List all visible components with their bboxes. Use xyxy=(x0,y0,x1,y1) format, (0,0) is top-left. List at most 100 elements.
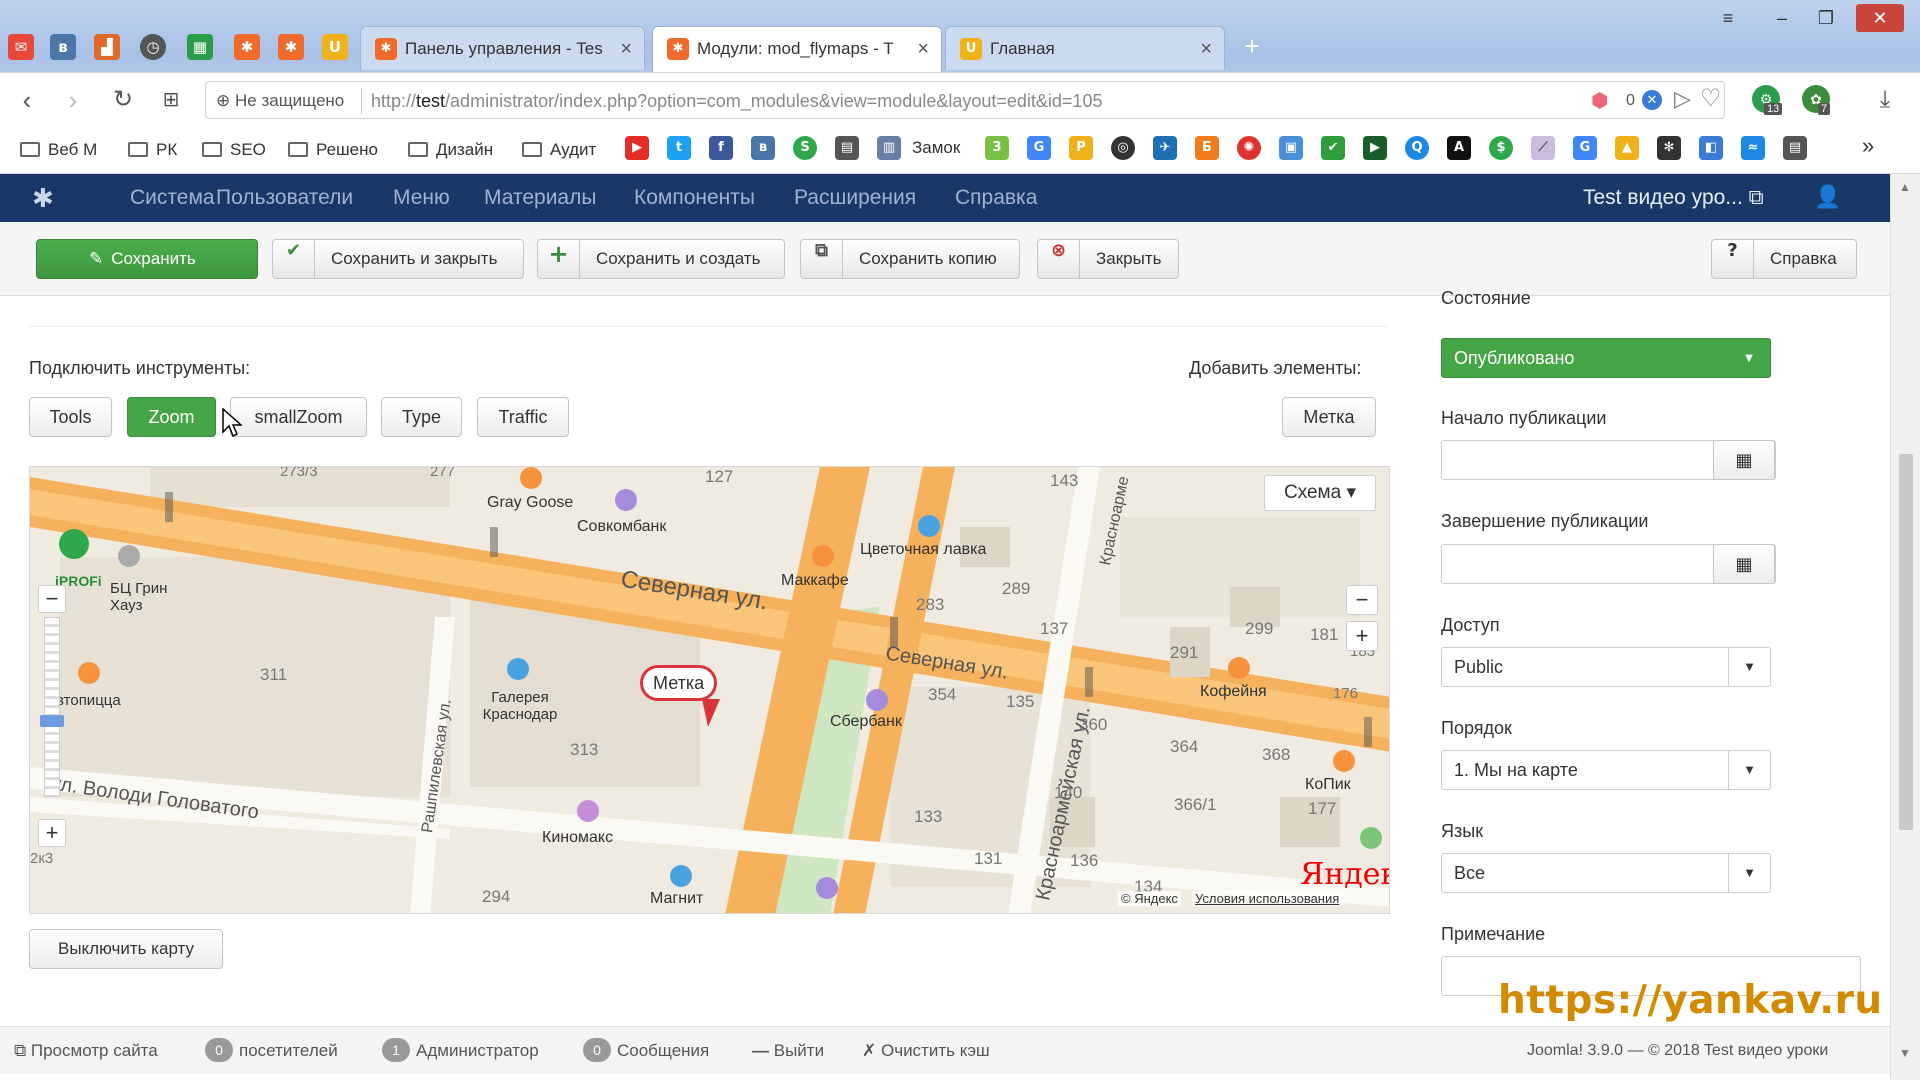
nav-item-system[interactable]: Система xyxy=(130,174,215,222)
send-icon[interactable]: ▷ xyxy=(1674,86,1691,112)
maximize-button[interactable]: ❐ xyxy=(1806,4,1846,32)
zoom-slider-track[interactable] xyxy=(44,617,60,797)
map-pin-icon[interactable] xyxy=(59,529,89,559)
map-marker[interactable]: Метка xyxy=(640,665,718,701)
map-type-dropdown[interactable]: Схема ▾ xyxy=(1264,475,1376,511)
shield-icon[interactable]: ✔ xyxy=(1321,136,1345,160)
close-icon[interactable]: × xyxy=(917,27,929,71)
bookmark-folder[interactable]: SEO xyxy=(202,138,266,162)
twitter-icon[interactable]: t xyxy=(667,136,691,160)
new-tab-button[interactable]: + xyxy=(1232,32,1272,60)
nav-item-users[interactable]: Пользователи xyxy=(216,174,353,222)
tab-modules[interactable]: ✱ Модули: mod_flymaps - T × xyxy=(652,26,942,72)
order-select[interactable]: 1. Мы на карте ▼ xyxy=(1441,750,1771,790)
add-marker-button[interactable]: Метка xyxy=(1282,397,1376,437)
s-icon[interactable]: S xyxy=(793,136,817,160)
cinema-poi-icon[interactable] xyxy=(577,800,599,822)
save-copy-button[interactable]: ⧉ Сохранить копию xyxy=(800,239,1020,279)
bank-poi-icon[interactable] xyxy=(816,877,838,899)
flower-poi-icon[interactable] xyxy=(918,515,940,537)
nav-item-menu[interactable]: Меню xyxy=(393,174,450,222)
extension-icon[interactable]: ⬢ xyxy=(1591,88,1608,113)
facebook-icon[interactable]: f xyxy=(709,136,733,160)
joomla-logo-icon[interactable]: ✱ xyxy=(32,183,54,214)
pinned-tab-sheets-icon[interactable]: ▦ xyxy=(187,34,213,60)
small-zoom-in-button[interactable]: + xyxy=(1346,621,1378,651)
save-new-button[interactable]: + Сохранить и создать xyxy=(537,239,785,279)
calendar-icon[interactable]: ▦ xyxy=(1713,440,1775,480)
nav-item-extensions[interactable]: Расширения xyxy=(794,174,916,222)
bookmark-folder[interactable]: Аудит xyxy=(522,138,596,162)
bookmark-folder[interactable]: Дизайн xyxy=(408,138,493,162)
help-button[interactable]: ? Справка xyxy=(1711,239,1857,279)
apps-grid-icon[interactable]: ⊞ xyxy=(154,83,188,117)
cafe-poi-icon[interactable] xyxy=(520,467,542,489)
map-terms-link[interactable]: Условия использования xyxy=(1192,891,1343,906)
scroll-down-icon[interactable]: ▼ xyxy=(1899,1046,1911,1060)
tab-menu-icon[interactable]: ≡ xyxy=(1708,4,1748,32)
cafe-poi-icon[interactable] xyxy=(1333,750,1355,772)
state-select[interactable]: Опубликовано ▼ xyxy=(1441,338,1771,378)
office-poi-icon[interactable] xyxy=(118,545,140,567)
pro-icon[interactable]: P xyxy=(1069,136,1093,160)
bookmark-lock[interactable]: Замок xyxy=(912,136,960,160)
yandex-map[interactable]: Северная ул. Северная ул. ул. Володи Гол… xyxy=(29,466,1390,914)
bank-poi-icon[interactable] xyxy=(615,489,637,511)
download-icon[interactable]: ⤓ xyxy=(1868,83,1902,117)
a-icon[interactable]: A xyxy=(1447,136,1471,160)
colors-icon[interactable]: ◧ xyxy=(1699,136,1723,160)
close-icon[interactable]: × xyxy=(1200,27,1212,70)
dollar-icon[interactable]: $ xyxy=(1489,136,1513,160)
pinned-tab-vk-icon[interactable]: в xyxy=(50,34,76,60)
save-button[interactable]: ✎ Сохранить xyxy=(36,239,258,279)
tool-type-button[interactable]: Type xyxy=(381,397,462,437)
more-bookmarks-icon[interactable]: » xyxy=(1862,134,1874,158)
cms-icon[interactable]: ▣ xyxy=(1279,136,1303,160)
reload-icon[interactable]: ↻ xyxy=(106,83,140,117)
shop-poi-icon[interactable] xyxy=(507,658,529,680)
pin-icon[interactable]: ⟋ xyxy=(1531,136,1555,160)
publish-start-input[interactable]: ▦ xyxy=(1441,440,1776,480)
park-poi-icon[interactable] xyxy=(1360,827,1382,849)
bank-poi-icon[interactable] xyxy=(866,689,888,711)
shop-poi-icon[interactable] xyxy=(670,865,692,887)
tool-tools-button[interactable]: Tools xyxy=(29,397,112,437)
google-icon[interactable]: G xyxy=(1573,136,1597,160)
pinned-tab-u-icon[interactable]: U xyxy=(322,34,348,60)
minimize-button[interactable]: – xyxy=(1762,4,1802,32)
b-icon[interactable]: Б xyxy=(1195,136,1219,160)
tool-smallzoom-button[interactable]: smallZoom xyxy=(230,397,367,437)
youtube-icon[interactable]: ▶ xyxy=(625,136,649,160)
document-icon[interactable]: ▤ xyxy=(1783,136,1807,160)
tab-home[interactable]: U Главная × xyxy=(945,26,1225,70)
nav-item-content[interactable]: Материалы xyxy=(484,174,596,222)
zoom-out-button[interactable]: − xyxy=(38,585,66,613)
scrollbar-thumb[interactable] xyxy=(1899,454,1913,830)
user-icon[interactable]: 👤 xyxy=(1814,184,1841,210)
url-omnibox[interactable]: ⊕ Не защищено http://test/administrator/… xyxy=(205,81,1725,119)
heart-icon[interactable]: ♡ xyxy=(1700,84,1722,113)
vk-icon[interactable]: в xyxy=(751,136,775,160)
q-icon[interactable]: Q xyxy=(1405,136,1429,160)
bug-icon[interactable]: ✻ xyxy=(1657,136,1681,160)
pinned-tab-analytics-icon[interactable]: ▟ xyxy=(94,34,120,60)
pinned-tab-clock-icon[interactable]: ◷ xyxy=(140,34,166,60)
view-site-link[interactable]: ⧉ Просмотр сайта xyxy=(14,1027,158,1075)
close-button[interactable]: ⊗ Закрыть xyxy=(1037,239,1179,279)
bookmark-folder[interactable]: Веб М xyxy=(20,138,97,162)
pinned-tab-joomla-icon[interactable]: ✱ xyxy=(234,34,260,60)
lock-site-icon[interactable]: ▥ xyxy=(877,136,901,160)
google-icon[interactable]: G xyxy=(1027,136,1051,160)
wave-icon[interactable]: ≈ xyxy=(1741,136,1765,160)
tool-zoom-button[interactable]: Zoom xyxy=(127,397,216,437)
tool-traffic-button[interactable]: Traffic xyxy=(477,397,569,437)
close-icon[interactable]: × xyxy=(620,27,632,70)
zoom-in-button[interactable]: + xyxy=(38,819,66,847)
publish-end-input[interactable]: ▦ xyxy=(1441,544,1776,584)
page-scrollbar[interactable]: ▲ ▼ xyxy=(1890,174,1920,1080)
admins-status[interactable]: 1 Администратор xyxy=(382,1027,539,1075)
plane-icon[interactable]: ✈ xyxy=(1153,136,1177,160)
document-icon[interactable]: ▤ xyxy=(835,136,859,160)
disable-map-button[interactable]: Выключить карту xyxy=(29,929,223,969)
site-name-link[interactable]: Test видео уро... ⧉ xyxy=(1583,174,1764,222)
